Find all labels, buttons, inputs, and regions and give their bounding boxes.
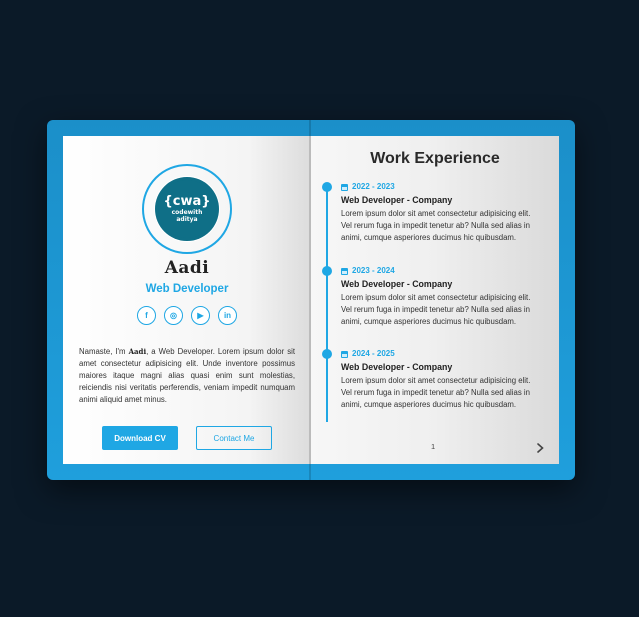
entry-date-text: 2022 - 2023 (352, 182, 395, 191)
entry-date-text: 2024 - 2025 (352, 349, 395, 358)
calendar-icon (341, 350, 348, 358)
timeline-dot (322, 266, 332, 276)
avatar: {cwa} codewith aditya (158, 180, 216, 238)
logo-subtext-2: aditya (176, 216, 198, 223)
bio-brand: Aadi (128, 347, 147, 356)
entry-description: Lorem ipsum dolor sit amet consectetur a… (341, 293, 531, 326)
timeline-line (326, 186, 328, 422)
entry-date: 2024 - 2025 (341, 349, 395, 359)
entry-job-title: Web Developer - Company (341, 362, 453, 372)
entry-job-title: Web Developer - Company (341, 195, 453, 205)
bio-intro: Namaste, I'm (79, 347, 126, 356)
entry-date: 2022 - 2023 (341, 182, 395, 192)
linkedin-icon[interactable]: in (218, 306, 237, 325)
book: {cwa} codewith aditya Aadi Web Developer… (47, 120, 575, 480)
signature: Aadi (164, 258, 210, 278)
avatar-ring: {cwa} codewith aditya (142, 164, 232, 254)
profile-role: Web Developer (145, 283, 229, 295)
logo-subtext-1: codewith (171, 209, 203, 216)
calendar-icon (341, 183, 348, 191)
entry-description: Lorem ipsum dolor sit amet consectetur a… (341, 209, 531, 242)
entry-date-text: 2023 - 2024 (352, 266, 395, 275)
instagram-icon[interactable]: ◎ (164, 306, 183, 325)
next-page-button[interactable] (535, 442, 545, 454)
timeline-dot (322, 182, 332, 192)
experience-page: Work Experience 2022 - 2023 Web Develope… (311, 136, 559, 464)
page-number: 1 (431, 442, 436, 451)
youtube-icon[interactable]: ▶ (191, 306, 210, 325)
profile-page: {cwa} codewith aditya Aadi Web Developer… (63, 136, 311, 464)
calendar-icon (341, 267, 348, 275)
chevron-right-icon (536, 443, 544, 453)
entry-description: Lorem ipsum dolor sit amet consectetur a… (341, 376, 531, 409)
entry-job-title: Web Developer - Company (341, 279, 453, 289)
timeline-dot (322, 349, 332, 359)
profile-bio: Namaste, I'm Aadi, a Web Developer. Lore… (79, 346, 295, 406)
logo-text: {cwa} (163, 194, 211, 209)
contact-me-button[interactable]: Contact Me (196, 426, 272, 450)
entry-date: 2023 - 2024 (341, 266, 395, 276)
page-title: Work Experience (370, 150, 500, 167)
facebook-icon[interactable]: f (137, 306, 156, 325)
social-links: f ◎ ▶ in (137, 306, 237, 325)
download-cv-button[interactable]: Download CV (102, 426, 178, 450)
